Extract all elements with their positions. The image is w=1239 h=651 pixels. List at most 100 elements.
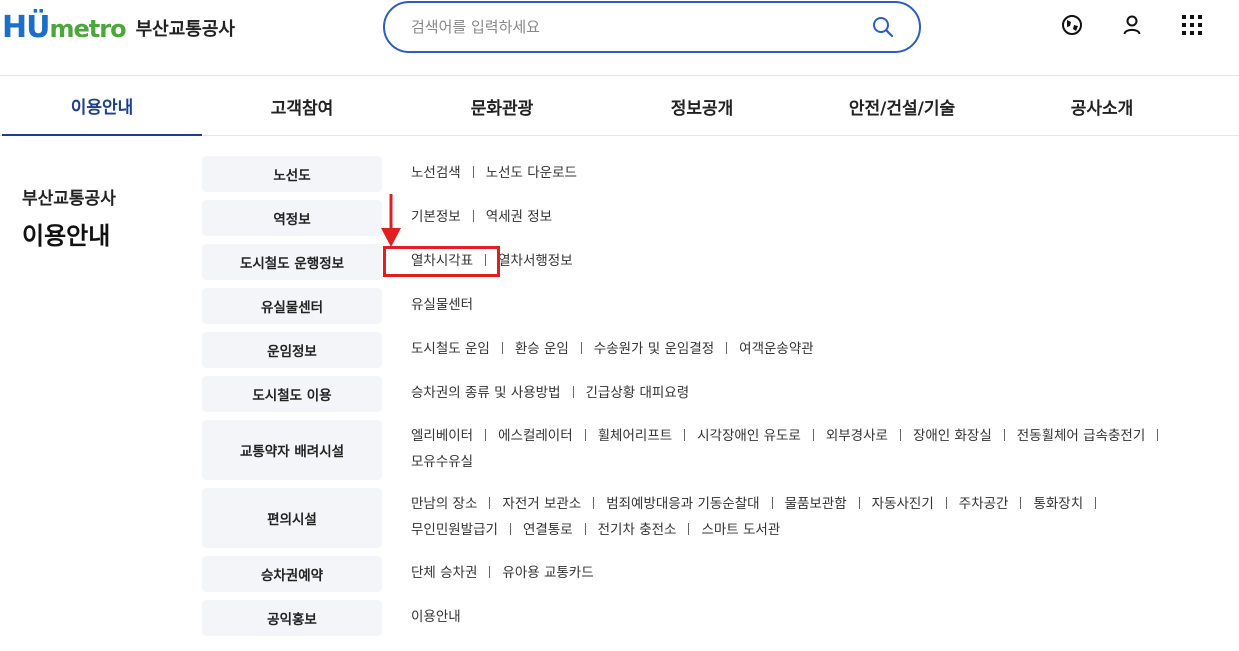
menu-row: 도시철도 이용 승차권의 종류 및 사용방법 긴급상황 대피요령 bbox=[202, 376, 1239, 412]
menu-link[interactable]: 단체 승차권 bbox=[411, 565, 477, 581]
link-separator bbox=[593, 497, 595, 509]
menu-links: 열차시각표 열차서행정보 bbox=[411, 248, 1211, 274]
menu-link[interactable]: 스마트 도서관 bbox=[701, 522, 780, 538]
menu-category[interactable]: 승차권예약 bbox=[202, 556, 382, 592]
menu-link[interactable]: 엘리베이터 bbox=[411, 428, 473, 444]
menu-link[interactable]: 유실물센터 bbox=[411, 297, 473, 313]
grid-menu-icon bbox=[1182, 15, 1202, 35]
menu-link[interactable]: 역세권 정보 bbox=[486, 209, 552, 225]
link-separator bbox=[485, 429, 487, 441]
menu-links: 기본정보 역세권 정보 bbox=[411, 204, 1211, 230]
menu-link[interactable]: 노선도 다운로드 bbox=[486, 165, 577, 181]
menu-link[interactable]: 외부경사로 bbox=[826, 428, 888, 444]
all-menu-button[interactable] bbox=[1179, 12, 1205, 38]
menu-row: 운임정보 도시철도 운임 환승 운임 수송원가 및 운임결정 여객운송약관 bbox=[202, 332, 1239, 368]
logo-name: 부산교통공사 bbox=[135, 19, 235, 40]
menu-links: 엘리베이터 에스컬레이터 휠체어리프트 시각장애인 유도로 외부경사로 장애인 화장실 전동… bbox=[411, 423, 1211, 475]
main-nav: 이용안내 고객참여 문화관광 정보공개 안전/건설/기술 공사소개 bbox=[0, 76, 1239, 136]
menu-link[interactable]: 여객운송약관 bbox=[739, 341, 814, 357]
nav-item-usage-guide[interactable]: 이용안내 bbox=[2, 76, 202, 136]
menu-link[interactable]: 수송원가 및 운임결정 bbox=[594, 341, 714, 357]
link-separator bbox=[572, 386, 574, 398]
menu-links: 노선검색 노선도 다운로드 bbox=[411, 160, 1211, 186]
menu-link[interactable]: 열차서행정보 bbox=[498, 253, 573, 269]
menu-link[interactable]: 기본정보 bbox=[411, 209, 461, 225]
menu-link[interactable]: 무인민원발급기 bbox=[411, 522, 498, 538]
link-separator bbox=[1157, 429, 1159, 441]
link-separator bbox=[1003, 429, 1005, 441]
menu-link[interactable]: 휠체어리프트 bbox=[598, 428, 673, 444]
link-separator bbox=[899, 429, 901, 441]
search-input[interactable] bbox=[411, 18, 865, 36]
link-separator bbox=[489, 566, 491, 578]
menu-row: 유실물센터 유실물센터 bbox=[202, 288, 1239, 324]
globe-icon bbox=[1062, 15, 1082, 35]
menu-link[interactable]: 주차공간 bbox=[959, 496, 1009, 512]
menu-links: 단체 승차권 유아용 교통카드 bbox=[411, 560, 1211, 586]
nav-item-safety[interactable]: 안전/건설/기술 bbox=[802, 76, 1002, 136]
menu-links: 이용안내 bbox=[411, 604, 1211, 630]
nav-item-about[interactable]: 공사소개 bbox=[1002, 76, 1202, 136]
nav-item-culture[interactable]: 문화관광 bbox=[402, 76, 602, 136]
menu-category[interactable]: 공익홍보 bbox=[202, 600, 382, 636]
menu-row: 노선도 노선검색 노선도 다운로드 bbox=[202, 156, 1239, 192]
link-separator bbox=[684, 429, 686, 441]
link-separator bbox=[472, 210, 474, 222]
menu-link[interactable]: 전기차 충전소 bbox=[598, 522, 677, 538]
menu-row: 역정보 기본정보 역세권 정보 bbox=[202, 200, 1239, 236]
site-header: HÜmetro 부산교통공사 bbox=[0, 0, 1239, 76]
menu-category[interactable]: 도시철도 운행정보 bbox=[202, 244, 382, 280]
menu-link[interactable]: 환승 운임 bbox=[515, 341, 569, 357]
menu-link[interactable]: 도시철도 운임 bbox=[411, 341, 490, 357]
menu-row: 도시철도 운행정보 열차시각표 열차서행정보 bbox=[202, 244, 1239, 280]
menu-link[interactable]: 통화장치 bbox=[1033, 496, 1083, 512]
menu-link[interactable]: 이용안내 bbox=[411, 609, 461, 625]
link-separator bbox=[501, 342, 503, 354]
menu-link[interactable]: 장애인 화장실 bbox=[913, 428, 992, 444]
search-box bbox=[383, 1, 921, 53]
menu-link[interactable]: 시각장애인 유도로 bbox=[697, 428, 801, 444]
link-separator bbox=[1095, 497, 1097, 509]
user-button[interactable] bbox=[1119, 12, 1145, 38]
menu-row: 편의시설 만남의 장소 자전거 보관소 범죄예방대응과 기동순찰대 물품보관함 자동사진… bbox=[202, 488, 1239, 548]
menu-link[interactable]: 자동사진기 bbox=[872, 496, 934, 512]
nav-item-customer[interactable]: 고객참여 bbox=[202, 76, 402, 136]
menu-link[interactable]: 만남의 장소 bbox=[411, 496, 477, 512]
menu-link[interactable]: 전동휠체어 급속충전기 bbox=[1017, 428, 1146, 444]
search-button[interactable] bbox=[865, 9, 901, 45]
menu-link[interactable]: 모유수유실 bbox=[411, 454, 473, 470]
menu-link[interactable]: 노선검색 bbox=[411, 165, 461, 181]
menu-link[interactable]: 범죄예방대응과 기동순찰대 bbox=[606, 496, 759, 512]
link-separator bbox=[858, 497, 860, 509]
link-separator bbox=[489, 497, 491, 509]
menu-link[interactable]: 유아용 교통카드 bbox=[502, 565, 593, 581]
menu-category[interactable]: 운임정보 bbox=[202, 332, 382, 368]
menu-link[interactable]: 에스컬레이터 bbox=[498, 428, 573, 444]
menu-row: 교통약자 배려시설 엘리베이터 에스컬레이터 휠체어리프트 시각장애인 유도로 외부경사… bbox=[202, 420, 1239, 480]
link-separator bbox=[726, 342, 728, 354]
menu-category[interactable]: 편의시설 bbox=[202, 488, 382, 548]
menu-category[interactable]: 도시철도 이용 bbox=[202, 376, 382, 412]
link-separator bbox=[1020, 497, 1022, 509]
menu-category[interactable]: 교통약자 배려시설 bbox=[202, 420, 382, 480]
link-separator bbox=[509, 523, 511, 535]
site-logo[interactable]: HÜmetro 부산교통공사 bbox=[2, 8, 235, 48]
menu-category[interactable]: 역정보 bbox=[202, 200, 382, 236]
menu-links: 만남의 장소 자전거 보관소 범죄예방대응과 기동순찰대 물품보관함 자동사진기 주차공간… bbox=[411, 491, 1211, 543]
link-separator bbox=[584, 429, 586, 441]
language-button[interactable] bbox=[1059, 12, 1085, 38]
link-separator bbox=[584, 523, 586, 535]
menu-links: 도시철도 운임 환승 운임 수송원가 및 운임결정 여객운송약관 bbox=[411, 336, 1211, 362]
link-separator bbox=[945, 497, 947, 509]
menu-link[interactable]: 승차권의 종류 및 사용방법 bbox=[411, 385, 561, 401]
menu-link[interactable]: 긴급상황 대피요령 bbox=[586, 385, 690, 401]
menu-link[interactable]: 자전거 보관소 bbox=[502, 496, 581, 512]
menu-link[interactable]: 물품보관함 bbox=[785, 496, 847, 512]
nav-item-information[interactable]: 정보공개 bbox=[602, 76, 802, 136]
logo-mark: HÜmetro bbox=[2, 10, 127, 45]
link-separator bbox=[812, 429, 814, 441]
user-icon bbox=[1123, 15, 1141, 35]
menu-category[interactable]: 유실물센터 bbox=[202, 288, 382, 324]
menu-link[interactable]: 연결통로 bbox=[523, 522, 573, 538]
menu-category[interactable]: 노선도 bbox=[202, 156, 382, 192]
